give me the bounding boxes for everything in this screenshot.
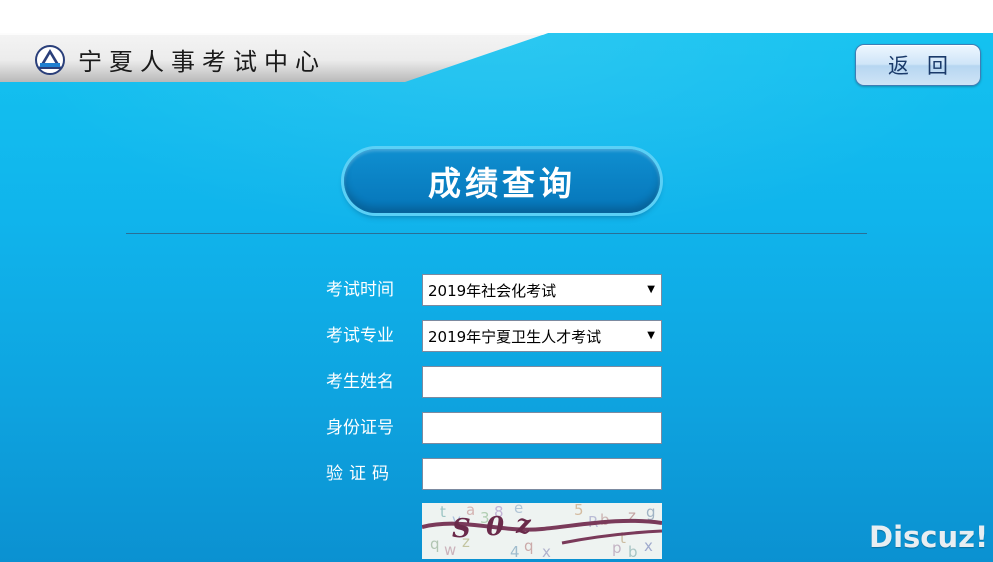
back-button[interactable]: 返回 [855, 44, 981, 86]
id-number-label: 身份证号 [326, 418, 394, 438]
id-number-input[interactable] [422, 412, 662, 444]
triangle-emblem-icon [35, 44, 65, 75]
exam-major-select[interactable]: 2019年宁夏卫生人才考试 ▼ [422, 320, 662, 352]
candidate-name-label: 考生姓名 [326, 372, 394, 392]
svg-text:t: t [440, 503, 446, 521]
page-title: 成绩查询 [344, 149, 660, 213]
divider [126, 233, 867, 234]
exam-time-value: 2019年社会化考试 [428, 281, 557, 300]
svg-text:g: g [646, 503, 656, 521]
captcha-noise-graphic: t v a 3 8 e 5 R b z g q w z 4 q x p b t [422, 503, 662, 559]
captcha-image[interactable]: t v a 3 8 e 5 R b z g q w z 4 q x p b t [422, 503, 662, 559]
candidate-name-input[interactable] [422, 366, 662, 398]
exam-major-label: 考试专业 [326, 326, 394, 346]
svg-text:0: 0 [486, 512, 504, 542]
site-logo: 宁夏人事考试中心 [34, 42, 326, 77]
svg-text:4: 4 [510, 543, 520, 559]
svg-text:q: q [430, 535, 440, 553]
exam-time-select[interactable]: 2019年社会化考试 ▼ [422, 274, 662, 306]
svg-text:t: t [620, 529, 626, 547]
triangle-down-icon: ▼ [647, 330, 655, 341]
exam-score-query-page: 宁夏人事考试中心 返回 成绩查询 考试时间 2019年社会化考试 ▼ 考试专业 … [0, 0, 993, 562]
exam-time-label: 考试时间 [326, 280, 394, 300]
exam-major-value: 2019年宁夏卫生人才考试 [428, 327, 602, 346]
site-title: 宁夏人事考试中心 [78, 48, 326, 76]
captcha-input[interactable] [422, 458, 662, 490]
watermark-text: Discuz! [869, 520, 989, 554]
triangle-down-icon: ▼ [647, 284, 655, 295]
svg-text:x: x [644, 537, 653, 555]
svg-text:x: x [542, 543, 551, 559]
captcha-label: 验证码 [326, 464, 395, 484]
svg-text:z: z [515, 510, 532, 540]
svg-text:S: S [452, 514, 471, 544]
svg-text:5: 5 [574, 503, 584, 519]
svg-text:b: b [628, 543, 638, 559]
